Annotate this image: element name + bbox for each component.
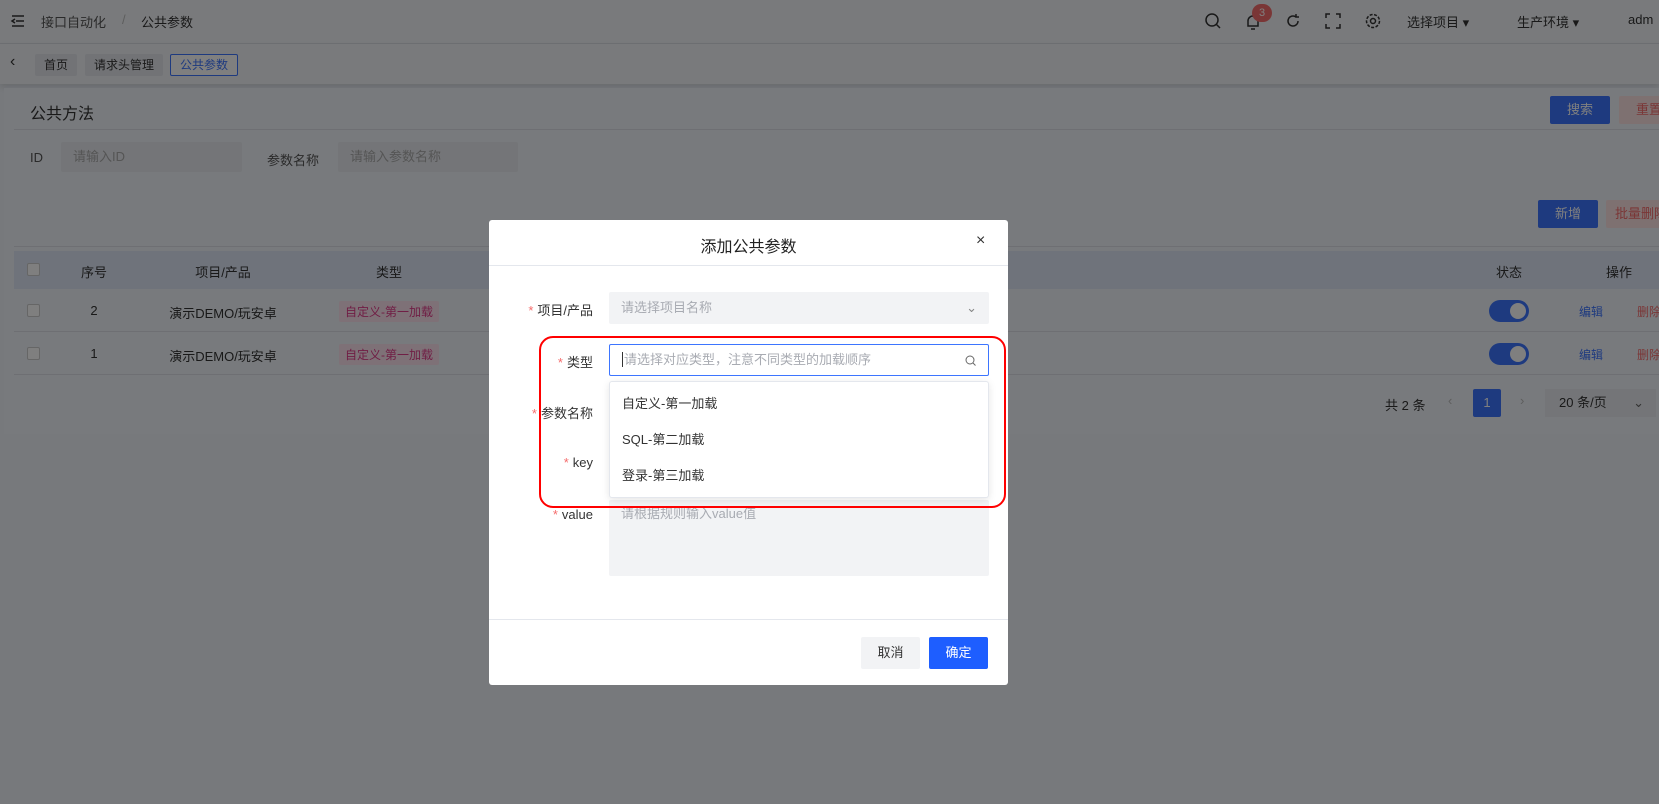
dialog-footer-divider [489,619,1008,620]
value-label: * value [552,507,593,522]
add-param-dialog: 添加公共参数 × * 项目/产品 请选择项目名称 ⌄ * 类型 请选择对应类型，注意不… [489,220,1008,685]
cancel-button[interactable]: 取消 [861,637,920,669]
close-icon[interactable]: × [976,232,985,250]
value-label-text: value [561,507,593,522]
project-label: * 项目/产品 [528,303,593,318]
dialog-title: 添加公共参数 [700,239,797,256]
confirm-button[interactable]: 确定 [929,637,988,669]
value-textarea[interactable]: 请根据规则输入value值 [609,500,989,576]
project-placeholder: 请选择项目名称 [621,300,713,315]
chevron-down-icon: ⌄ [966,300,977,315]
project-select[interactable]: 请选择项目名称 ⌄ [609,292,989,324]
highlight-box [539,336,1006,508]
dialog-header: 添加公共参数 × [489,220,1008,266]
project-label-text: 项目/产品 [537,303,593,318]
